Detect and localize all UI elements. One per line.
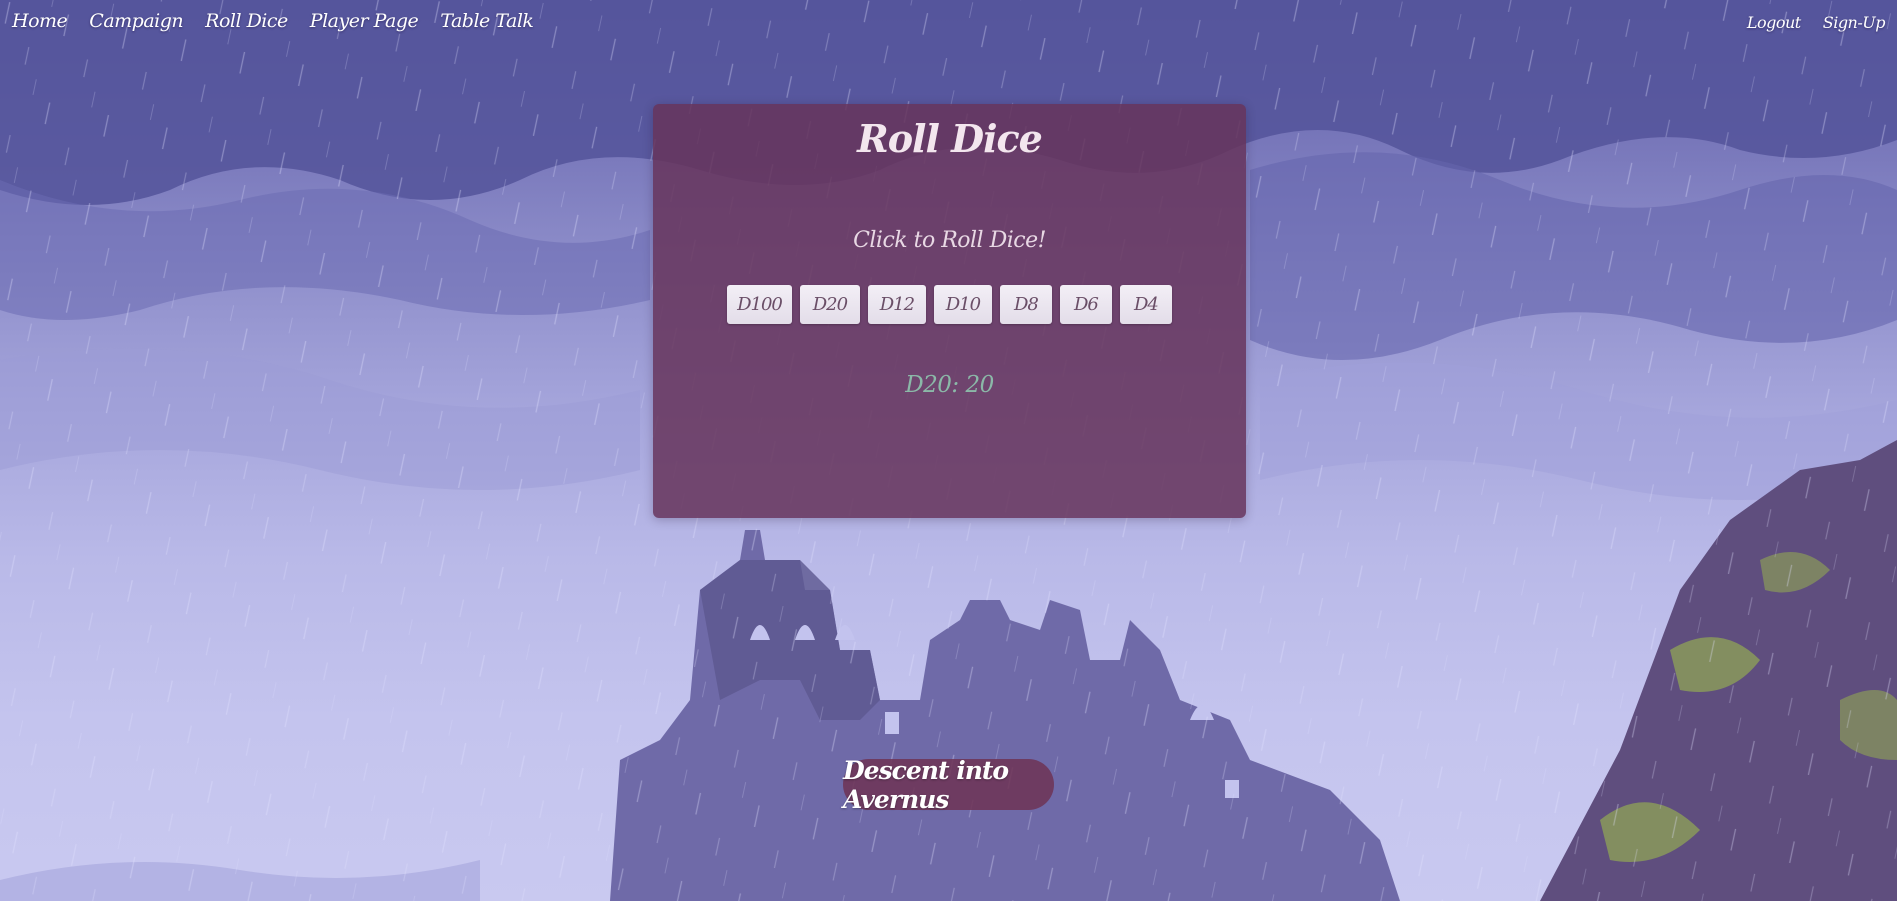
nav-link-table-talk[interactable]: Table Talk xyxy=(440,10,534,32)
die-button-d10[interactable]: D10 xyxy=(933,285,992,324)
dice-button-row: D100 D20 D12 D10 D8 D6 D4 xyxy=(653,285,1246,324)
account-nav: Logout Sign-Up xyxy=(1747,13,1886,32)
die-button-d6[interactable]: D6 xyxy=(1059,285,1112,324)
nav-link-roll-dice[interactable]: Roll Dice xyxy=(205,10,288,32)
roll-result: D20: 20 xyxy=(905,372,994,398)
nav-link-campaign[interactable]: Campaign xyxy=(89,10,183,32)
page-title: Roll Dice xyxy=(857,116,1043,161)
nav-link-home[interactable]: Home xyxy=(12,10,68,32)
die-button-d12[interactable]: D12 xyxy=(867,285,926,324)
die-button-d4[interactable]: D4 xyxy=(1119,285,1172,324)
logout-link[interactable]: Logout xyxy=(1747,13,1801,32)
die-button-d8[interactable]: D8 xyxy=(999,285,1052,324)
primary-nav: Home Campaign Roll Dice Player Page Tabl… xyxy=(12,10,534,32)
roll-instruction: Click to Roll Dice! xyxy=(853,228,1046,253)
dice-roller-card: Roll Dice Click to Roll Dice! D100 D20 D… xyxy=(653,104,1246,518)
nav-link-player-page[interactable]: Player Page xyxy=(310,10,419,32)
campaign-badge: Descent into Avernus xyxy=(843,756,1054,814)
die-button-d20[interactable]: D20 xyxy=(799,285,860,324)
sign-up-link[interactable]: Sign-Up xyxy=(1823,13,1886,32)
campaign-name: Descent into Avernus xyxy=(843,755,1009,814)
die-button-d100[interactable]: D100 xyxy=(727,285,792,324)
